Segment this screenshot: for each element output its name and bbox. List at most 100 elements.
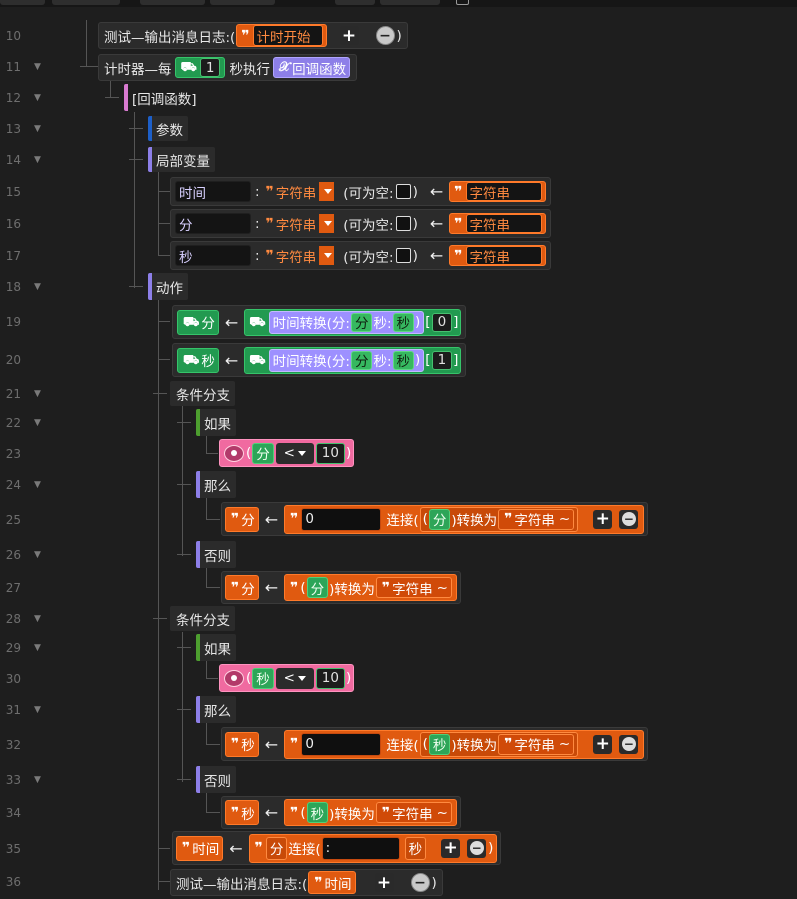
- callback-reference[interactable]: 𝒳 回调函数: [272, 57, 351, 78]
- compare-block[interactable]: ( 分 < 10 ): [219, 439, 355, 467]
- fold-arrow-icon[interactable]: ▼: [34, 283, 41, 292]
- toolbar-button[interactable]: [140, 0, 205, 5]
- concat-function[interactable]: ❞ 0 连接( ( 秒 )转换为 ❞ 字符串 ~ + −: [284, 729, 645, 759]
- variable-ref[interactable]: ⛟ 分: [177, 309, 219, 335]
- toolbar-button[interactable]: [52, 0, 120, 5]
- convert-function[interactable]: ❞ ( 秒 )转换为 ❞ 字符串 ~: [284, 799, 457, 826]
- toolbar-button[interactable]: [210, 0, 275, 5]
- else-section[interactable]: 否则: [196, 541, 236, 568]
- index-input[interactable]: 0: [431, 312, 453, 332]
- time-convert-function[interactable]: 时间转换(分: 分 秒: 秒 ): [268, 310, 425, 334]
- convert-expression[interactable]: ( 秒 )转换为 ❞ 字符串 ~: [419, 731, 579, 757]
- local-variable-row[interactable]: 时间 : ❞ 字符串 (可为空: ) ← ❞ 字符串: [170, 177, 551, 206]
- actions-section[interactable]: 动作: [148, 273, 188, 300]
- if-section[interactable]: 如果: [196, 634, 236, 661]
- local-variable-row[interactable]: 分 : ❞ 字符串 (可为空: ) ← ❞ 字符串: [170, 209, 551, 238]
- type-selector[interactable]: ❞ 字符串: [263, 181, 335, 202]
- add-argument-button[interactable]: +: [339, 26, 359, 46]
- interval-input[interactable]: 1: [199, 58, 221, 77]
- remove-argument-button[interactable]: −: [619, 509, 639, 529]
- string-input[interactable]: 0: [301, 507, 382, 531]
- local-variable-row[interactable]: 秒 : ❞ 字符串 (可为空: ) ← ❞ 字符串: [170, 241, 551, 270]
- variable-name-input[interactable]: 时间: [175, 181, 251, 202]
- nullable-checkbox[interactable]: [395, 184, 411, 199]
- fold-arrow-icon[interactable]: ▼: [34, 776, 41, 785]
- variable-ref[interactable]: ❞ 分: [225, 506, 259, 532]
- variable-ref[interactable]: ❞ 秒: [225, 800, 259, 825]
- convert-function[interactable]: ❞ ( 分 )转换为 ❞ 字符串 ~: [284, 574, 457, 601]
- locals-section[interactable]: 局部变量: [148, 147, 215, 172]
- assign-block[interactable]: ❞ 秒 ← ❞ ( 秒 )转换为 ❞ 字符串 ~: [221, 796, 461, 829]
- init-value[interactable]: ❞ 字符串: [449, 245, 546, 266]
- if-section[interactable]: 如果: [196, 409, 236, 436]
- fold-arrow-icon[interactable]: ▼: [34, 706, 41, 715]
- add-argument-button[interactable]: +: [593, 509, 613, 529]
- assign-block[interactable]: ❞ 分 ← ❞ 0 连接( ( 分 )转换为 ❞ 字符串 ~ + −: [221, 502, 649, 536]
- fold-arrow-icon[interactable]: ▼: [34, 644, 41, 653]
- string-literal[interactable]: ❞ 计时开始: [236, 24, 327, 47]
- variable-ref[interactable]: 分: [252, 442, 274, 464]
- variable-ref[interactable]: ❞ 时间: [176, 835, 224, 861]
- add-argument-button[interactable]: +: [374, 873, 394, 893]
- init-value[interactable]: ❞ 字符串: [449, 213, 546, 234]
- function-call[interactable]: ⛟ 时间转换(分: 分 秒: 秒 ) [ 1 ]: [244, 346, 462, 374]
- index-input[interactable]: 1: [431, 350, 453, 370]
- timer-block[interactable]: 计时器—每 ⛟ 1 秒执行 𝒳 回调函数: [98, 54, 358, 81]
- remove-argument-button[interactable]: −: [375, 26, 395, 45]
- remove-argument-button[interactable]: −: [467, 838, 487, 858]
- variable-ref[interactable]: ❞ 秒: [225, 731, 259, 757]
- operator-select[interactable]: <: [275, 442, 314, 464]
- variable-ref[interactable]: ❞ 分: [225, 575, 259, 600]
- branch-block[interactable]: 条件分支: [170, 606, 235, 631]
- fold-arrow-icon[interactable]: ▼: [34, 615, 41, 624]
- type-selector[interactable]: ❞ 字符串 ~: [498, 508, 575, 530]
- fold-arrow-icon[interactable]: ▼: [34, 419, 41, 428]
- remove-argument-button[interactable]: −: [410, 873, 430, 892]
- variable-ref[interactable]: 秒: [252, 667, 274, 689]
- fold-arrow-icon[interactable]: ▼: [34, 551, 41, 560]
- init-value[interactable]: ❞ 字符串: [449, 181, 546, 202]
- string-input[interactable]: 0: [301, 732, 382, 756]
- assign-block[interactable]: ⛟ 秒 ← ⛟ 时间转换(分: 分 秒: 秒 ) [ 1 ]: [172, 343, 467, 377]
- fold-arrow-icon[interactable]: ▼: [34, 481, 41, 490]
- log-message-block[interactable]: 测试—输出消息日志:( ❞ 计时开始 + − ): [98, 22, 408, 49]
- type-selector[interactable]: ❞ 字符串: [263, 213, 335, 234]
- operator-select[interactable]: <: [275, 667, 314, 689]
- toolbar-button[interactable]: [0, 0, 45, 5]
- params-section[interactable]: 参数: [148, 116, 188, 141]
- function-call[interactable]: ⛟ 时间转换(分: 分 秒: 秒 ) [ 0 ]: [244, 308, 462, 336]
- nullable-checkbox[interactable]: [395, 248, 411, 263]
- remove-argument-button[interactable]: −: [619, 734, 639, 754]
- type-selector[interactable]: ❞ 字符串: [263, 245, 335, 266]
- variable-ref[interactable]: ❞ 时间: [308, 871, 356, 894]
- assign-block[interactable]: ❞ 分 ← ❞ ( 分 )转换为 ❞ 字符串 ~: [221, 571, 461, 604]
- assign-block[interactable]: ❞ 时间 ← ❞ 分 连接( : 秒 + − ): [172, 831, 502, 865]
- assign-block[interactable]: ⛟ 分 ← ⛟ 时间转换(分: 分 秒: 秒 ) [ 0 ]: [172, 305, 467, 339]
- number-literal[interactable]: ⛟ 1: [174, 57, 226, 78]
- compare-value-input[interactable]: 10: [315, 442, 345, 464]
- toolbar-button[interactable]: [335, 0, 375, 5]
- variable-ref[interactable]: ⛟ 秒: [177, 347, 219, 373]
- then-section[interactable]: 那么: [196, 471, 236, 498]
- add-argument-button[interactable]: +: [593, 734, 613, 754]
- toolbar-button[interactable]: [380, 0, 440, 5]
- concat-function[interactable]: ❞ 分 连接( : 秒 + − ): [248, 833, 498, 863]
- concat-function[interactable]: ❞ 0 连接( ( 分 )转换为 ❞ 字符串 ~ + −: [284, 504, 645, 534]
- else-section[interactable]: 否则: [196, 766, 236, 793]
- time-convert-function[interactable]: 时间转换(分: 分 秒: 秒 ): [268, 348, 425, 372]
- add-argument-button[interactable]: +: [441, 838, 461, 858]
- type-selector[interactable]: ❞ 字符串 ~: [498, 733, 575, 755]
- convert-expression[interactable]: ( 分 )转换为 ❞ 字符串 ~: [419, 506, 579, 532]
- variable-name-input[interactable]: 秒: [175, 245, 251, 266]
- fold-arrow-icon[interactable]: ▼: [34, 94, 41, 103]
- assign-block[interactable]: ❞ 秒 ← ❞ 0 连接( ( 秒 )转换为 ❞ 字符串 ~ + −: [221, 727, 649, 761]
- then-section[interactable]: 那么: [196, 696, 236, 723]
- fold-arrow-icon[interactable]: ▼: [34, 63, 41, 72]
- compare-value-input[interactable]: 10: [315, 667, 345, 689]
- type-selector[interactable]: ❞ 字符串 ~: [375, 802, 452, 823]
- branch-block[interactable]: 条件分支: [170, 381, 235, 406]
- fold-arrow-icon[interactable]: ▼: [34, 125, 41, 134]
- compare-block[interactable]: ( 秒 < 10 ): [219, 664, 355, 692]
- callback-header[interactable]: [回调函数]: [124, 84, 202, 111]
- fold-arrow-icon[interactable]: ▼: [34, 390, 41, 399]
